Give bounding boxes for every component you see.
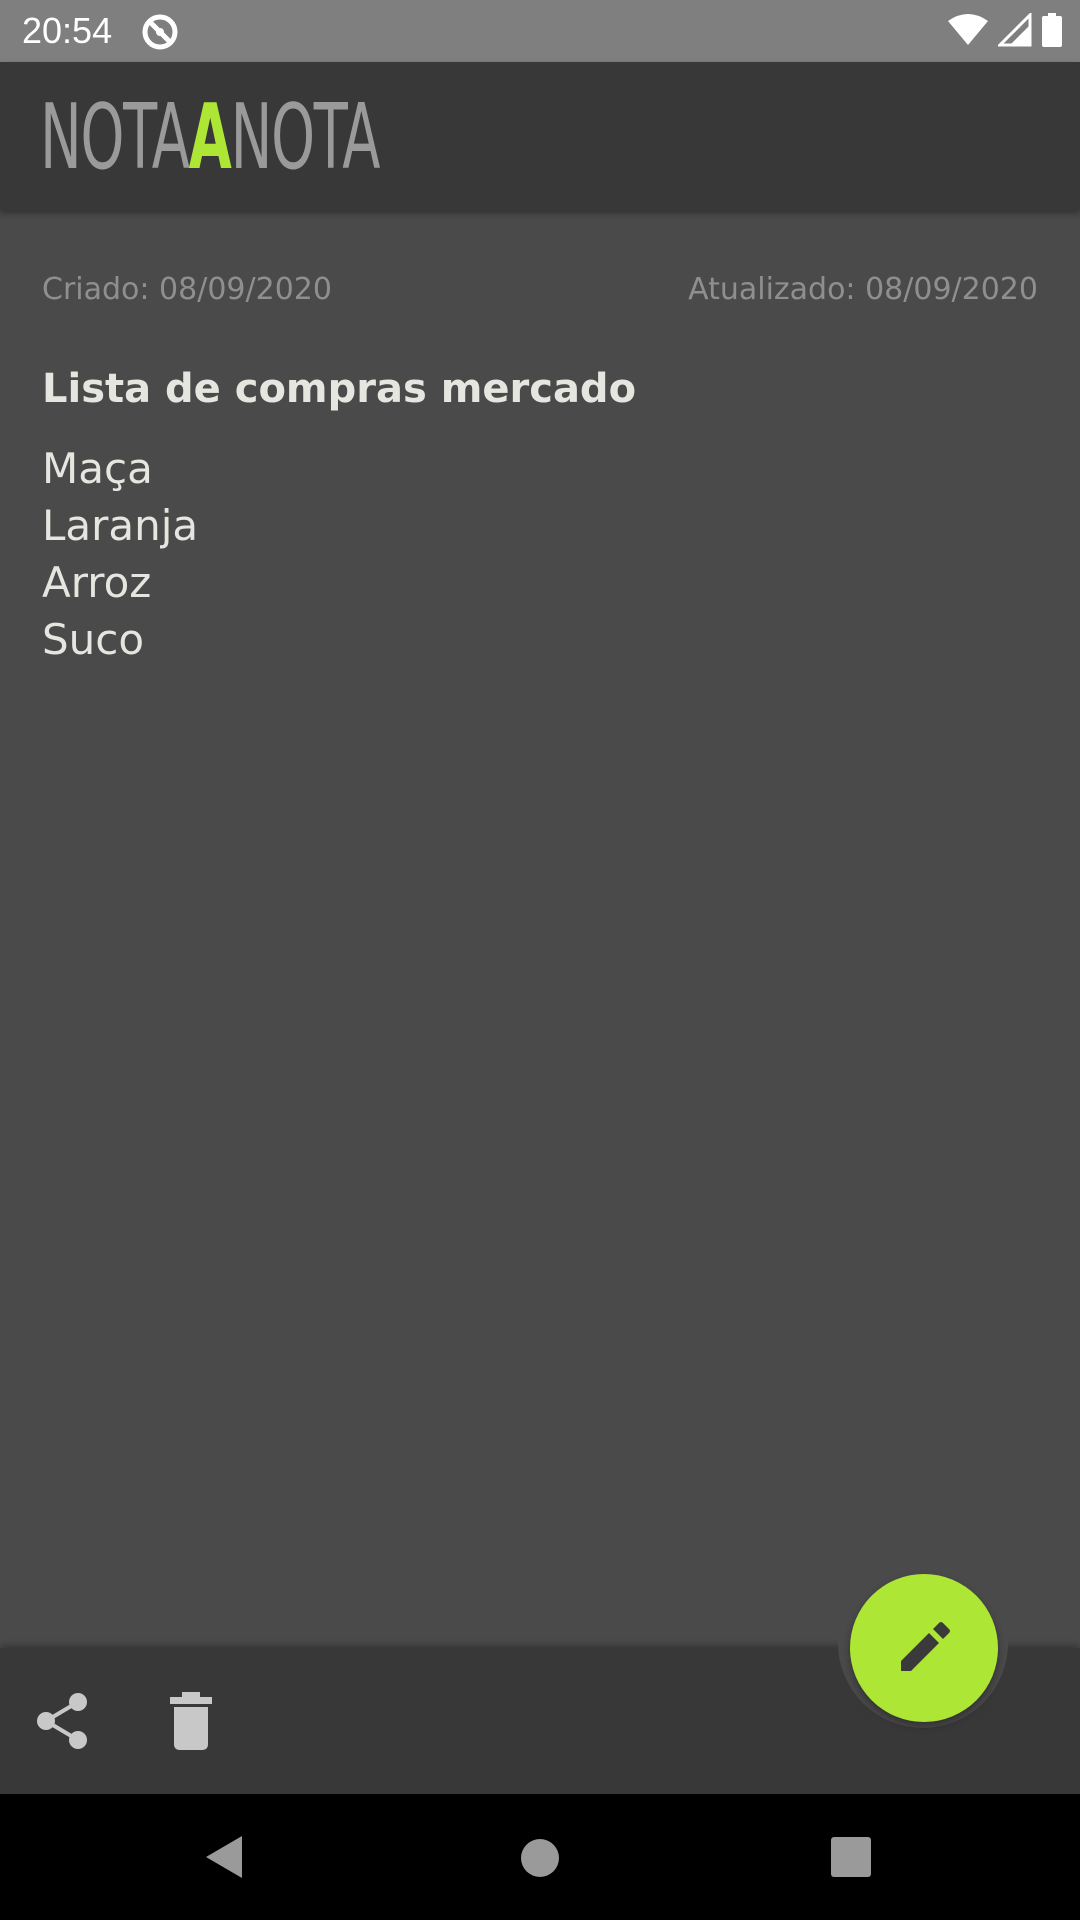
home-icon <box>521 1839 559 1877</box>
app-bar: NOTA A NOTA <box>0 62 1080 210</box>
status-time: 20:54 <box>22 10 113 51</box>
edit-fab-button[interactable] <box>850 1574 998 1722</box>
signal-icon <box>996 11 1032 51</box>
logo-part-2: A <box>188 85 232 190</box>
note-title: Lista de compras mercado <box>42 366 637 412</box>
delete-button[interactable] <box>164 1692 218 1750</box>
recents-button[interactable] <box>830 1836 872 1878</box>
edit-icon <box>901 1622 950 1671</box>
logo-part-1: NOTA <box>40 85 190 190</box>
wifi-icon <box>948 13 988 51</box>
do-not-disturb-icon <box>140 12 180 52</box>
created-date: Criado: 08/09/2020 <box>42 272 332 307</box>
recents-icon <box>831 1837 871 1877</box>
delete-icon <box>170 1692 212 1750</box>
note-meta: Criado: 08/09/2020 Atualizado: 08/09/202… <box>42 272 1038 316</box>
note-body: Maça Laranja Arroz Suco <box>42 444 199 664</box>
logo-part-3: NOTA <box>230 85 381 190</box>
status-icons <box>948 11 1062 52</box>
updated-date: Atualizado: 08/09/2020 <box>688 272 1038 307</box>
home-button[interactable] <box>520 1838 560 1878</box>
back-icon <box>206 1836 242 1878</box>
app-logo: NOTA A NOTA <box>40 85 381 190</box>
battery-icon <box>1042 13 1062 51</box>
status-bar: 20:54 <box>0 0 1080 62</box>
back-button[interactable] <box>202 1834 248 1880</box>
share-icon <box>37 1693 87 1749</box>
share-button[interactable] <box>34 1692 92 1750</box>
